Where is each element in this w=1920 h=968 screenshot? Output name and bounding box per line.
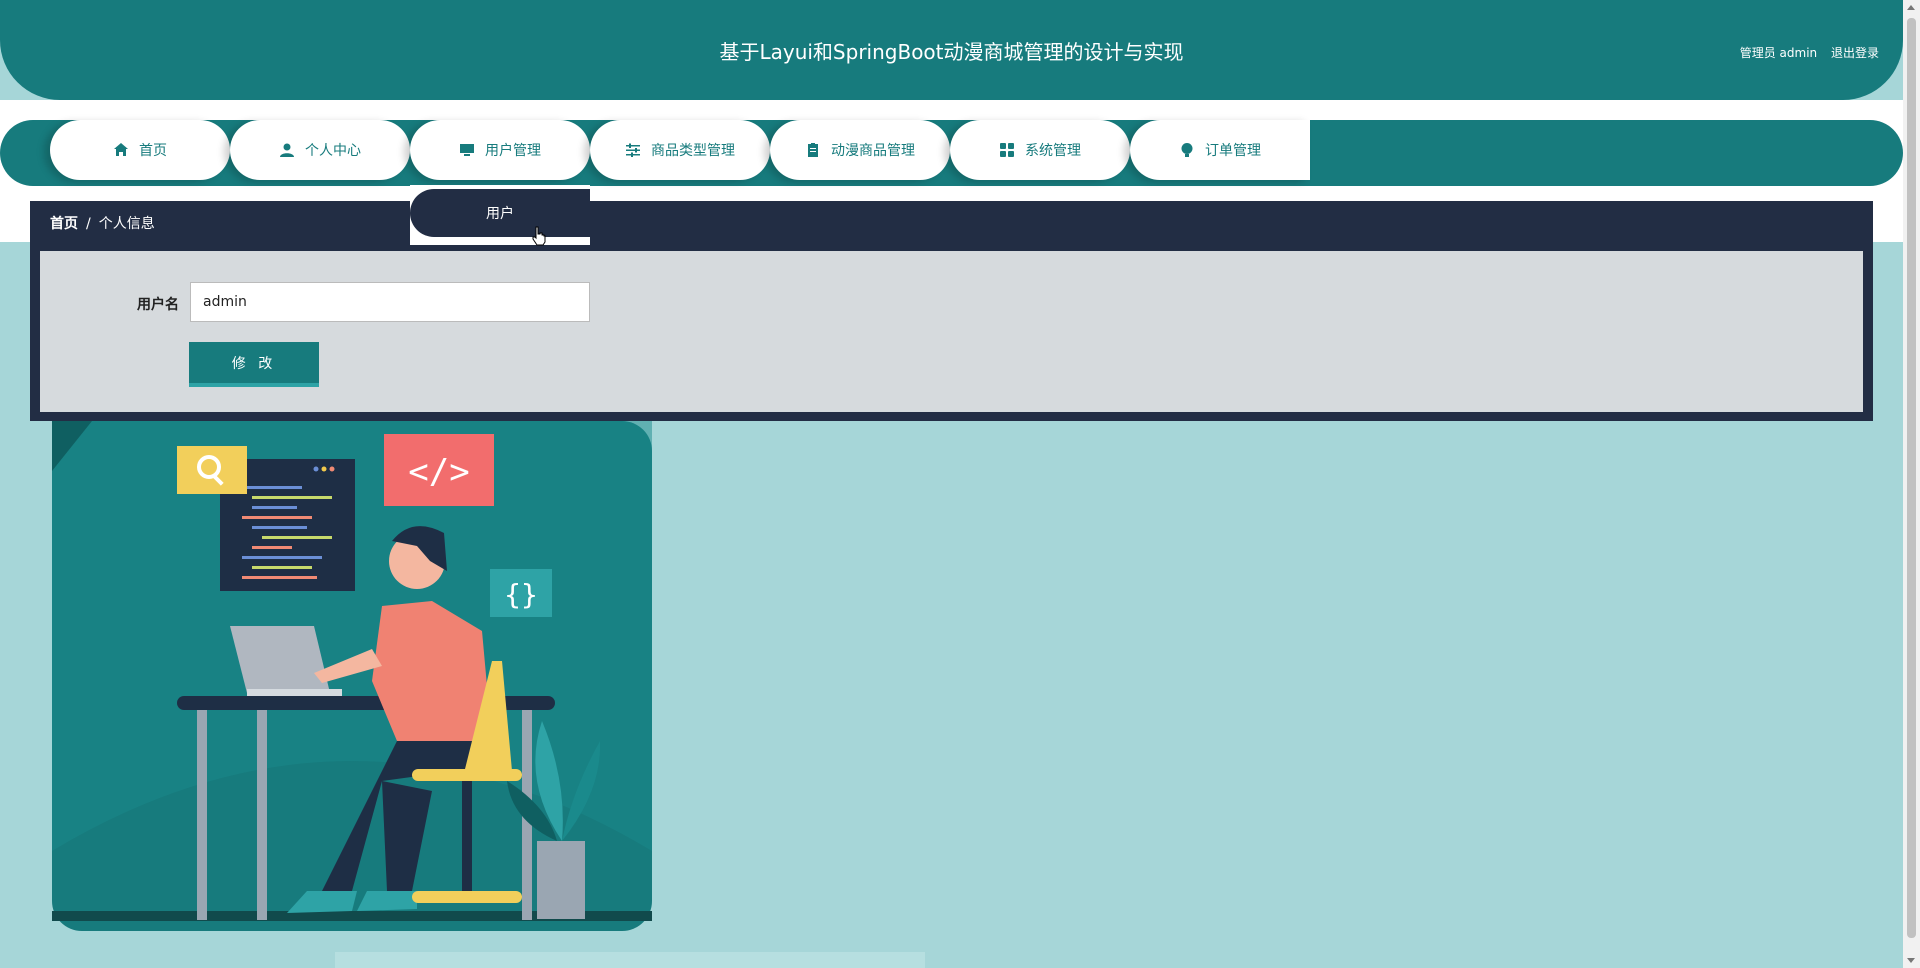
- content-panel: 首页 / 个人信息 用户名 admin 修 改: [30, 201, 1873, 421]
- svg-text:</>: </>: [408, 452, 469, 492]
- scroll-down-arrow-icon[interactable]: [1907, 958, 1915, 963]
- bottom-strip: [335, 952, 925, 968]
- svg-text:{}: {}: [504, 578, 538, 611]
- nav-item-product-type-management[interactable]: 商品类型管理: [590, 120, 770, 180]
- nav-item-personal-center[interactable]: 个人中心: [230, 120, 410, 180]
- nav-item-label: 首页: [139, 143, 167, 159]
- person-icon: [279, 142, 295, 158]
- nav-item-label: 商品类型管理: [651, 143, 735, 159]
- clipboard-icon: [805, 142, 821, 158]
- nav-item-label: 系统管理: [1025, 143, 1081, 159]
- admin-user-label: 管理员 admin: [1739, 46, 1818, 60]
- main-nav: 首页 个人中心 用户管理 商品类型管理 动漫商品管理 系统管理 订单管理: [0, 120, 1903, 186]
- nav-item-order-management[interactable]: 订单管理: [1130, 120, 1310, 180]
- username-input[interactable]: admin: [190, 282, 590, 322]
- vertical-scrollbar[interactable]: [1903, 0, 1920, 968]
- header: 基于Layui和SpringBoot动漫商城管理的设计与实现 管理员 admin…: [0, 0, 1903, 100]
- dropdown-item-user[interactable]: 用户: [410, 189, 590, 237]
- modify-button[interactable]: 修 改: [189, 342, 319, 387]
- breadcrumb: 首页 / 个人信息: [50, 213, 155, 233]
- nav-item-user-management[interactable]: 用户管理: [410, 120, 590, 180]
- page-title: 基于Layui和SpringBoot动漫商城管理的设计与实现: [719, 40, 1184, 64]
- profile-form: 用户名 admin 修 改: [40, 251, 1863, 412]
- breadcrumb-separator: /: [86, 216, 91, 232]
- breadcrumb-current: 个人信息: [98, 216, 155, 232]
- scroll-up-arrow-icon[interactable]: [1907, 5, 1915, 10]
- username-label: 用户名: [137, 297, 179, 313]
- nav-item-label: 个人中心: [305, 143, 361, 159]
- logout-link[interactable]: 退出登录: [1831, 46, 1879, 60]
- nav-item-label: 订单管理: [1205, 143, 1261, 159]
- user-management-dropdown: 用户: [410, 185, 590, 245]
- hand-cursor-icon: [532, 226, 546, 246]
- monitor-icon: [459, 142, 475, 158]
- lightbulb-icon: [1179, 142, 1195, 158]
- nav-item-home[interactable]: 首页: [50, 120, 230, 180]
- scroll-thumb[interactable]: [1907, 18, 1916, 938]
- header-user-area: 管理员 admin 退出登录: [1730, 44, 1879, 61]
- sliders-icon: [625, 142, 641, 158]
- home-icon: [113, 142, 129, 158]
- nav-item-label: 用户管理: [485, 143, 541, 159]
- nav-item-system-management[interactable]: 系统管理: [950, 120, 1130, 180]
- nav-item-anime-product-management[interactable]: 动漫商品管理: [770, 120, 950, 180]
- developer-illustration: </> {}: [52, 421, 652, 931]
- breadcrumb-home[interactable]: 首页: [50, 216, 78, 232]
- nav-item-label: 动漫商品管理: [831, 143, 915, 159]
- grid-icon: [999, 142, 1015, 158]
